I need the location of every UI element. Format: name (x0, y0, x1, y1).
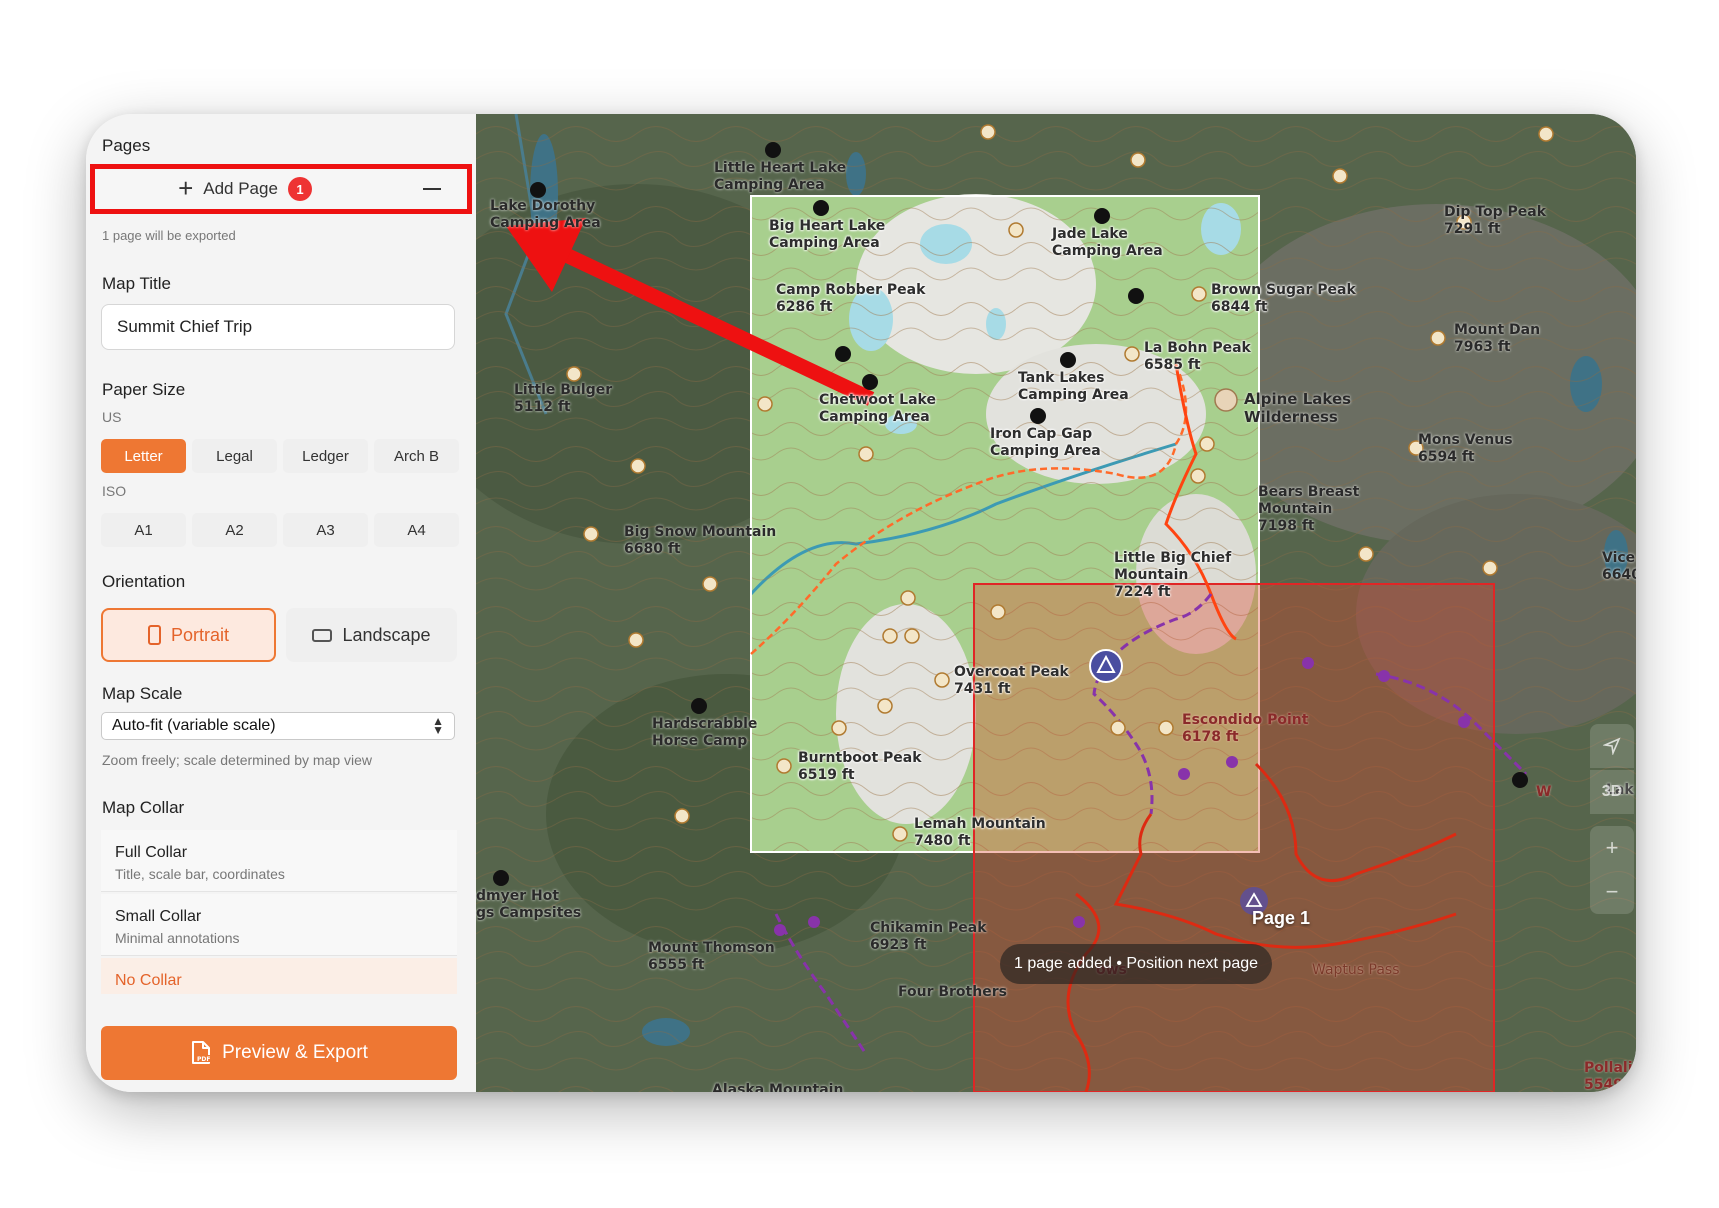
map-label: Mons Venus 6594 ft (1418, 432, 1513, 465)
map-label: Chetwoot Lake Camping Area (819, 392, 936, 425)
collar-small-title: Small Collar (115, 908, 202, 925)
orientation-group: Portrait Landscape (101, 608, 457, 662)
size-ledger-button[interactable]: Ledger (283, 439, 368, 473)
map-label: Escondido Point 6178 ft (1182, 712, 1309, 745)
map-label: Dip Top Peak 7291 ft (1444, 204, 1547, 237)
remove-page-button[interactable] (407, 169, 457, 209)
map-label: Lemah Mountain 7480 ft (914, 816, 1046, 849)
add-page-label: Add Page (203, 179, 278, 198)
collar-small-desc: Minimal annotations (115, 930, 240, 946)
map-label: Iron Cap Gap Camping Area (990, 426, 1101, 459)
map-label: Mount Thomson 6555 ft (648, 940, 775, 973)
export-note: 1 page will be exported (102, 228, 236, 243)
sidebar-scroll-area[interactable]: Pages + Add Page 1 1 page will be export… (86, 114, 476, 994)
map-label: Little Bulger 5112 ft (514, 382, 613, 415)
map-label: Mount Dan 7963 ft (1454, 322, 1541, 355)
sidebar: Pages + Add Page 1 1 page will be export… (86, 114, 476, 1092)
collar-none-title: No Collar (115, 972, 182, 989)
map-label: dmyer Hot gs Campsites (476, 888, 582, 921)
map-label: Alpine Lakes Wilderness (1244, 390, 1352, 426)
locate-button[interactable] (1590, 724, 1634, 768)
map-label: Burntboot Peak 6519 ft (798, 750, 922, 783)
map-label: Hardscrabble Horse Camp (652, 716, 758, 749)
iso-label: ISO (102, 483, 127, 499)
collar-small-option[interactable]: Small Collar Minimal annotations (101, 894, 457, 956)
collar-none-option[interactable]: No Collar (101, 958, 457, 994)
add-page-button[interactable]: + Add Page 1 (95, 169, 395, 209)
app-window: Pages + Add Page 1 1 page will be export… (86, 114, 1636, 1092)
preview-export-button[interactable]: PDF Preview & Export (101, 1026, 457, 1080)
collar-full-desc: Title, scale bar, coordinates (115, 866, 285, 882)
us-size-group: Letter Legal Ledger Arch B (101, 439, 459, 473)
map-scale-value: Auto-fit (variable scale) (112, 717, 276, 734)
map-title-input[interactable]: Summit Chief Trip (101, 304, 455, 350)
page-count-badge: 1 (287, 177, 312, 201)
landscape-label: Landscape (342, 624, 431, 645)
size-a3-button[interactable]: A3 (283, 513, 368, 547)
map-label: La Bohn Peak 6585 ft (1144, 340, 1251, 373)
page-1-label: Page 1 (1252, 908, 1311, 928)
chevron-updown-icon: ▲ ▼ (432, 714, 444, 737)
map-label: Camp Robber Peak 6286 ft (776, 282, 926, 315)
plus-icon: + (178, 173, 194, 203)
pages-label: Pages (102, 136, 151, 155)
portrait-icon (147, 625, 161, 645)
map-label: Alaska Mountain (712, 1082, 844, 1092)
map-scale-label: Map Scale (102, 684, 183, 703)
map-label: Pollalie 5549 (1584, 1060, 1636, 1092)
map-label: Little Heart Lake Camping Area (714, 160, 847, 193)
map-label: Four Brothers (898, 984, 1007, 1000)
us-label: US (102, 409, 122, 425)
map-label: Lake Dorothy Camping Area (490, 198, 601, 231)
preview-export-label: Preview & Export (222, 1042, 368, 1063)
zoom-out-button[interactable]: − (1590, 870, 1634, 914)
map-label: Jade Lake Camping Area (1052, 226, 1163, 259)
size-archb-button[interactable]: Arch B (374, 439, 459, 473)
portrait-label: Portrait (170, 624, 230, 645)
map-label: Big Heart Lake Camping Area (769, 218, 886, 251)
map-label: Little Big Chief Mountain 7224 ft (1114, 550, 1232, 600)
map-title-label: Map Title (102, 274, 171, 293)
size-legal-button[interactable]: Legal (192, 439, 277, 473)
size-a2-button[interactable]: A2 (192, 513, 277, 547)
navigation-arrow-icon (1603, 737, 1621, 755)
map-label: Bears Breast Mountain 7198 ft (1258, 484, 1360, 534)
collar-full-option[interactable]: Full Collar Title, scale bar, coordinate… (101, 830, 457, 892)
map-label: Tank Lakes Camping Area (1018, 370, 1129, 403)
map-collar-label: Map Collar (102, 798, 185, 817)
svg-text:PDF: PDF (197, 1056, 210, 1063)
orientation-label: Orientation (102, 572, 186, 591)
map-label: Vice 6640 (1602, 550, 1636, 583)
map-scale-select[interactable]: Auto-fit (variable scale) ▲ ▼ (101, 712, 455, 740)
map-label: Chikamin Peak 6923 ft (870, 920, 987, 953)
size-a4-button[interactable]: A4 (374, 513, 459, 547)
3d-toggle-button[interactable]: 3D (1590, 770, 1634, 814)
landscape-icon (312, 628, 333, 642)
map-canvas[interactable]: Little Heart Lake Camping Area Lake Doro… (476, 114, 1636, 1092)
paper-size-label: Paper Size (102, 380, 186, 399)
collar-full-title: Full Collar (115, 844, 188, 861)
portrait-button[interactable]: Portrait (101, 608, 276, 662)
landscape-button[interactable]: Landscape (286, 608, 457, 662)
minus-icon (423, 188, 441, 190)
size-letter-button[interactable]: Letter (101, 439, 186, 473)
map-label: Big Snow Mountain 6680 ft (624, 524, 777, 557)
map-label: W (1536, 784, 1552, 800)
map-label: Overcoat Peak 7431 ft (954, 664, 1069, 697)
iso-size-group: A1 A2 A3 A4 (101, 513, 459, 547)
zoom-in-button[interactable]: + (1590, 826, 1634, 870)
add-page-row-highlight: + Add Page 1 (90, 164, 472, 214)
map-label: Brown Sugar Peak 6844 ft (1211, 282, 1356, 315)
size-a1-button[interactable]: A1 (101, 513, 186, 547)
status-toast: 1 page added • Position next page (1000, 944, 1273, 984)
pdf-file-icon: PDF (192, 1041, 211, 1064)
map-label: Waptus Pass (1312, 962, 1400, 978)
map-scale-note: Zoom freely; scale determined by map vie… (102, 752, 372, 768)
